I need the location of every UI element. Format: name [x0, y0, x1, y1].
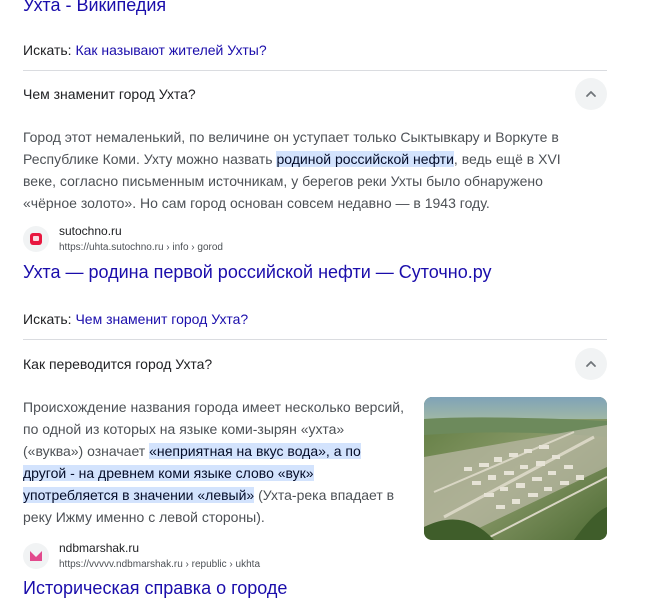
- related-search-link[interactable]: Как называют жителей Ухты?: [75, 42, 266, 58]
- city-aerial-photo: [424, 397, 607, 540]
- answer-highlight: родиной российской нефти: [276, 151, 454, 167]
- ndbmarshak-logo-icon: [30, 551, 42, 561]
- site-favicon[interactable]: [23, 226, 49, 252]
- collapse-button[interactable]: [575, 348, 607, 380]
- chevron-up-icon: [586, 91, 596, 97]
- related-search-row: Искать: Как называют жителей Ухты?: [23, 41, 267, 59]
- related-search-row: Искать: Чем знаменит город Ухта?: [23, 310, 248, 328]
- divider: [23, 70, 607, 71]
- site-name[interactable]: sutochno.ru: [59, 223, 122, 239]
- chevron-up-icon: [586, 361, 596, 367]
- result-title-link[interactable]: Историческая справка о городе: [23, 577, 287, 599]
- collapse-button[interactable]: [575, 78, 607, 110]
- result-title-link[interactable]: Ухта — родина первой российской нефти — …: [23, 261, 492, 283]
- site-url[interactable]: https://uhta.sutochno.ru › info › gorod: [59, 241, 223, 255]
- related-search-link[interactable]: Чем знаменит город Ухта?: [75, 311, 248, 327]
- faq-question[interactable]: Как переводится город Ухта?: [23, 355, 212, 373]
- result-title-wikipedia[interactable]: Ухта - Википедия: [23, 0, 166, 16]
- related-search-label: Искать:: [23, 42, 72, 58]
- related-search-label: Искать:: [23, 311, 72, 327]
- site-favicon[interactable]: [23, 543, 49, 569]
- divider: [23, 339, 607, 340]
- site-name[interactable]: ndbmarshak.ru: [59, 540, 139, 556]
- faq-answer: Происхождение названия города имеет неск…: [23, 396, 405, 528]
- sutochno-logo-icon: [30, 233, 42, 245]
- faq-question[interactable]: Чем знаменит город Ухта?: [23, 85, 196, 103]
- site-url[interactable]: https://vvvvv.ndbmarshak.ru › republic ›…: [59, 558, 260, 572]
- result-thumbnail[interactable]: [424, 397, 607, 540]
- faq-answer: Город этот немаленький, по величине он у…: [23, 126, 583, 214]
